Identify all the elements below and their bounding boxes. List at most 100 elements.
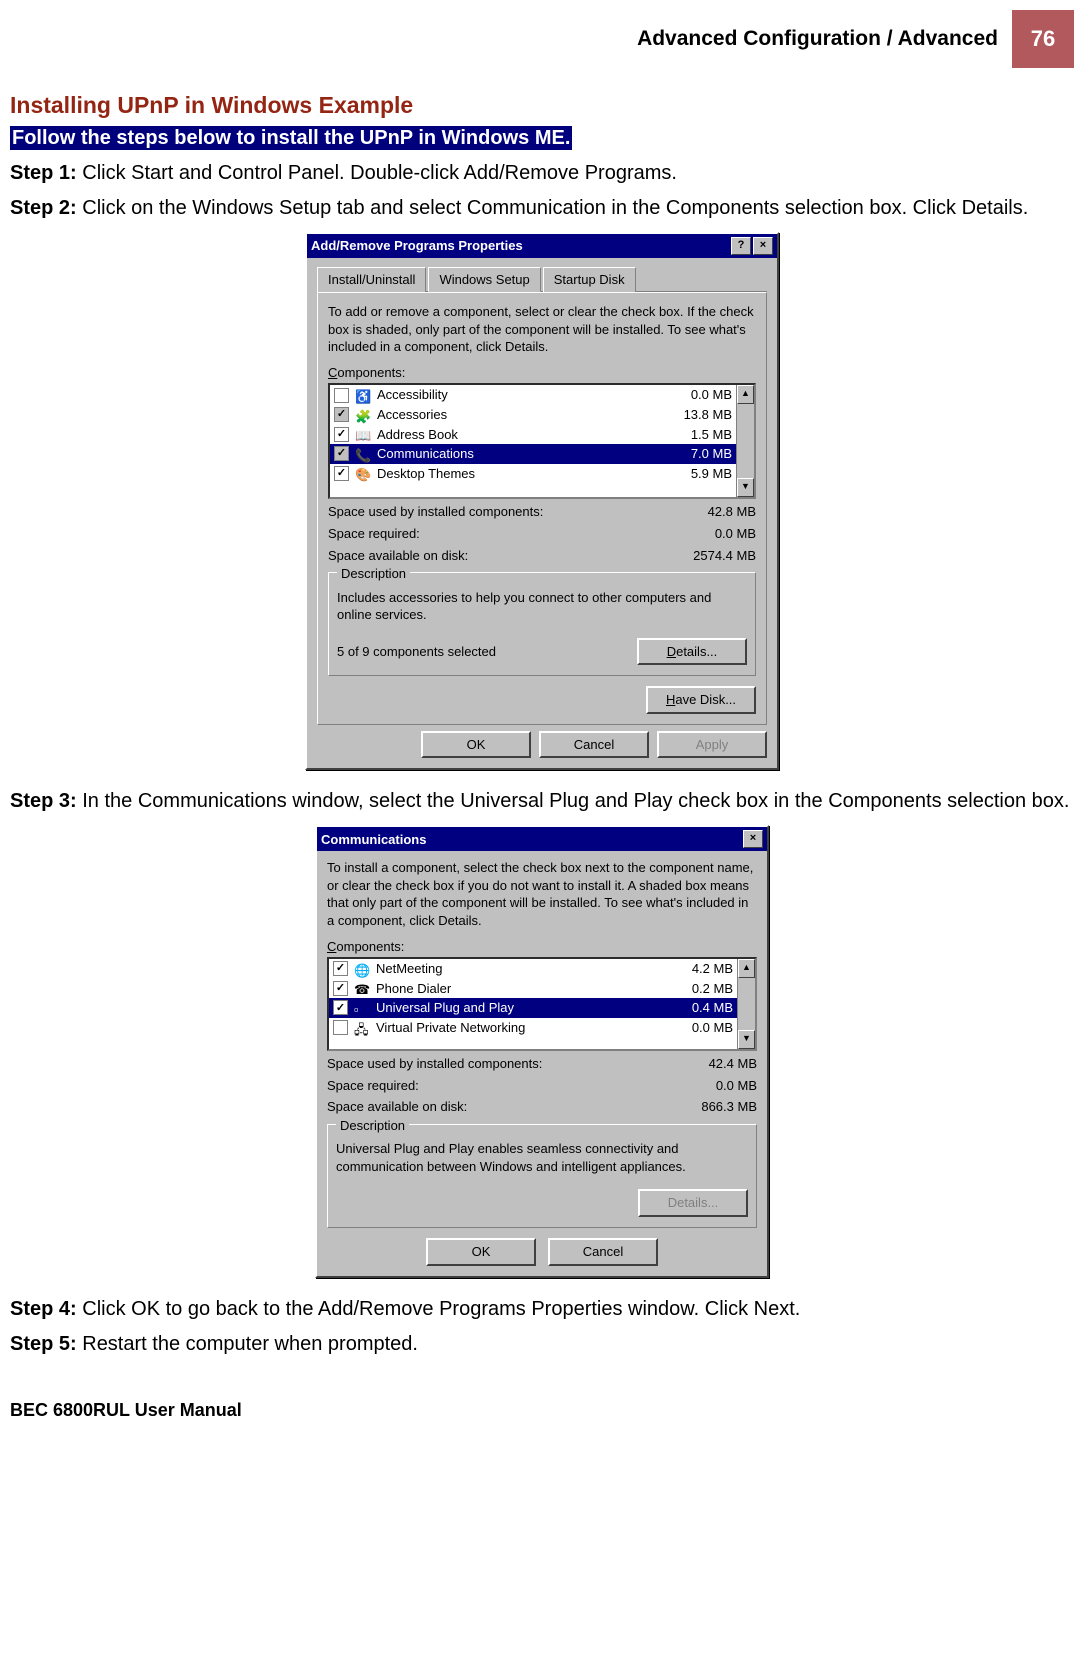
step-1-text: Click Start and Control Panel. Double-cl… (77, 162, 677, 184)
scroll-down-icon[interactable]: ▼ (738, 1030, 755, 1049)
vpn-icon: 🖧 (354, 1021, 370, 1035)
header-title: Advanced Configuration / Advanced (637, 25, 998, 53)
step-1-label: Step 1: (10, 162, 77, 184)
list-item[interactable]: ♿Accessibility0.0 MB (330, 385, 736, 405)
footer-text: BEC 6800RUL User Manual (10, 1398, 1074, 1422)
tab-strip: Install/Uninstall Windows Setup Startup … (317, 266, 767, 293)
checkbox-icon[interactable]: ✓ (334, 446, 349, 461)
dialog-title: Add/Remove Programs Properties (311, 237, 523, 255)
details-button: Details... (638, 1189, 748, 1217)
step-2-label: Step 2: (10, 197, 77, 219)
tab-windows-setup[interactable]: Windows Setup (428, 267, 540, 293)
apply-button[interactable]: Apply (657, 731, 767, 759)
step-5-label: Step 5: (10, 1333, 77, 1355)
accessories-icon: 🧩 (355, 408, 371, 422)
list-item[interactable]: ✓🎨Desktop Themes5.9 MB (330, 464, 736, 484)
space-used-label: Space used by installed components: (328, 503, 543, 521)
details-button[interactable]: Details... (637, 638, 747, 666)
description-title: Description (336, 1117, 409, 1135)
address-book-icon: 📖 (355, 427, 371, 441)
list-item[interactable]: ✓📖Address Book1.5 MB (330, 425, 736, 445)
description-text: Universal Plug and Play enables seamless… (336, 1140, 748, 1175)
cancel-button[interactable]: Cancel (539, 731, 649, 759)
space-required-label: Space required: (327, 1077, 419, 1095)
instructions-text: To add or remove a component, select or … (328, 303, 756, 356)
tab-startup-disk[interactable]: Startup Disk (543, 267, 636, 293)
netmeeting-icon: 🌐 (354, 962, 370, 976)
checkbox-icon[interactable]: ✓ (334, 466, 349, 481)
list-item[interactable]: ✓🧩Accessories13.8 MB (330, 405, 736, 425)
step-4: Step 4: Click OK to go back to the Add/R… (10, 1296, 1074, 1323)
dialog-titlebar[interactable]: Communications × (317, 827, 767, 851)
components-label: Components: (327, 938, 757, 956)
space-used-value: 42.4 MB (709, 1055, 757, 1073)
have-disk-button[interactable]: Have Disk... (646, 686, 756, 714)
scrollbar[interactable]: ▲ ▼ (737, 959, 755, 1049)
checkbox-icon[interactable] (333, 1020, 348, 1035)
communications-dialog: Communications × To install a component,… (315, 825, 769, 1277)
step-4-text: Click OK to go back to the Add/Remove Pr… (77, 1298, 801, 1320)
checkbox-icon[interactable]: ✓ (334, 407, 349, 422)
step-1: Step 1: Click Start and Control Panel. D… (10, 160, 1074, 187)
space-available-label: Space available on disk: (327, 1098, 467, 1116)
themes-icon: 🎨 (355, 466, 371, 480)
checkbox-icon[interactable]: ✓ (333, 961, 348, 976)
checkbox-icon[interactable]: ✓ (334, 427, 349, 442)
step-5-text: Restart the computer when prompted. (77, 1333, 418, 1355)
description-group: Description Includes accessories to help… (328, 572, 756, 676)
list-item[interactable]: ✓☎Phone Dialer0.2 MB (329, 979, 737, 999)
list-item[interactable]: ✓▫Universal Plug and Play0.4 MB (329, 998, 737, 1018)
list-item[interactable]: ✓🌐NetMeeting4.2 MB (329, 959, 737, 979)
description-text: Includes accessories to help you connect… (337, 589, 747, 624)
space-required-value: 0.0 MB (715, 525, 756, 543)
selected-count: 5 of 9 components selected (337, 643, 496, 661)
step-4-label: Step 4: (10, 1298, 77, 1320)
page-number-badge: 76 (1012, 10, 1074, 68)
step-2-text: Click on the Windows Setup tab and selec… (77, 197, 1029, 219)
section-title: Installing UPnP in Windows Example (10, 90, 1074, 121)
step-5: Step 5: Restart the computer when prompt… (10, 1331, 1074, 1358)
list-item[interactable]: ✓📞Communications7.0 MB (330, 444, 736, 464)
upnp-icon: ▫ (354, 1001, 370, 1015)
help-icon[interactable]: ? (731, 237, 751, 255)
description-title: Description (337, 565, 410, 583)
close-icon[interactable]: × (743, 830, 763, 848)
step-3: Step 3: In the Communications window, se… (10, 788, 1074, 815)
components-label-text: omponents: (337, 365, 405, 380)
description-group: Description Universal Plug and Play enab… (327, 1124, 757, 1228)
instructions-text: To install a component, select the check… (327, 859, 757, 929)
dialog-title: Communications (321, 831, 426, 849)
scroll-down-icon[interactable]: ▼ (737, 478, 754, 497)
highlighted-instruction: Follow the steps below to install the UP… (10, 126, 572, 150)
cancel-button[interactable]: Cancel (548, 1238, 658, 1266)
communications-icon: 📞 (355, 447, 371, 461)
space-used-value: 42.8 MB (708, 503, 756, 521)
space-available-value: 2574.4 MB (693, 547, 756, 565)
tab-panel: To add or remove a component, select or … (317, 292, 767, 725)
phone-icon: ☎ (354, 981, 370, 995)
scroll-up-icon[interactable]: ▲ (737, 385, 754, 404)
ok-button[interactable]: OK (421, 731, 531, 759)
page-header: Advanced Configuration / Advanced 76 (10, 10, 1074, 68)
checkbox-icon[interactable]: ✓ (333, 1000, 348, 1015)
tab-install-uninstall[interactable]: Install/Uninstall (317, 267, 426, 293)
checkbox-icon[interactable] (334, 388, 349, 403)
add-remove-dialog: Add/Remove Programs Properties ? × Insta… (305, 232, 779, 771)
space-used-label: Space used by installed components: (327, 1055, 542, 1073)
dialog-titlebar[interactable]: Add/Remove Programs Properties ? × (307, 234, 777, 258)
step-3-label: Step 3: (10, 790, 77, 812)
scrollbar[interactable]: ▲ ▼ (736, 385, 754, 497)
space-required-label: Space required: (328, 525, 420, 543)
list-item[interactable]: 🖧Virtual Private Networking0.0 MB (329, 1018, 737, 1038)
components-label: Components: (328, 364, 756, 382)
checkbox-icon[interactable]: ✓ (333, 981, 348, 996)
scroll-up-icon[interactable]: ▲ (738, 959, 755, 978)
space-required-value: 0.0 MB (716, 1077, 757, 1095)
close-icon[interactable]: × (753, 237, 773, 255)
components-listbox[interactable]: ♿Accessibility0.0 MB ✓🧩Accessories13.8 M… (328, 383, 756, 499)
ok-button[interactable]: OK (426, 1238, 536, 1266)
step-2: Step 2: Click on the Windows Setup tab a… (10, 195, 1074, 222)
space-available-value: 866.3 MB (701, 1098, 757, 1116)
accessibility-icon: ♿ (355, 388, 371, 402)
components-listbox[interactable]: ✓🌐NetMeeting4.2 MB ✓☎Phone Dialer0.2 MB … (327, 957, 757, 1051)
